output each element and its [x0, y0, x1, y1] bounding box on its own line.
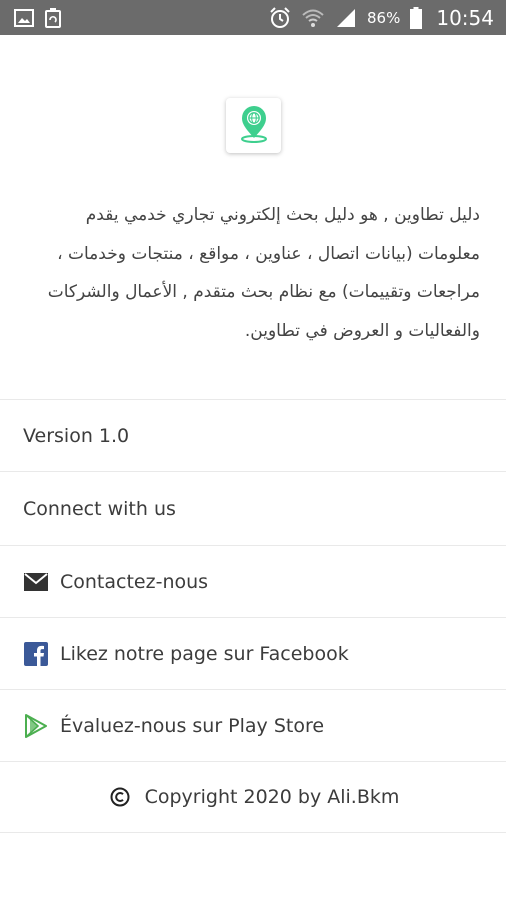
- image-icon: [14, 8, 34, 27]
- play-store-icon: [23, 713, 49, 739]
- connect-heading-row: Connect with us: [0, 471, 506, 545]
- recycle-icon: [44, 7, 62, 28]
- copyright-row: Copyright 2020 by Ali.Bkm: [0, 761, 506, 833]
- play-store-rate-label: Évaluez-nous sur Play Store: [60, 714, 325, 737]
- copyright-label: Copyright 2020 by Ali.Bkm: [144, 786, 400, 808]
- play-store-rate-button[interactable]: Évaluez-nous sur Play Store: [0, 689, 506, 761]
- connect-heading: Connect with us: [23, 497, 176, 520]
- facebook-like-button[interactable]: Likez notre page sur Facebook: [0, 617, 506, 689]
- app-description: دليل تطاوين , هو دليل بحث إلكتروني تجاري…: [47, 205, 480, 341]
- signal-icon: [335, 8, 357, 28]
- envelope-icon: [23, 569, 49, 595]
- about-list: Version 1.0 Connect with us Contactez-no…: [0, 399, 506, 833]
- wifi-icon: [301, 8, 325, 28]
- status-bar-left: [14, 7, 62, 28]
- alarm-icon: [269, 6, 291, 29]
- version-row: Version 1.0: [0, 399, 506, 471]
- status-bar: 86% 10:54: [0, 0, 506, 35]
- clock: 10:54: [436, 5, 494, 30]
- status-bar-right: 86% 10:54: [269, 6, 494, 30]
- app-logo: [226, 98, 281, 153]
- contact-us-label: Contactez-nous: [60, 570, 209, 593]
- copyright-icon: [107, 784, 133, 810]
- contact-us-button[interactable]: Contactez-nous: [0, 545, 506, 617]
- battery-percent: 86%: [367, 8, 401, 27]
- facebook-icon: [23, 641, 49, 667]
- battery-icon: [410, 6, 423, 29]
- facebook-like-label: Likez notre page sur Facebook: [60, 642, 349, 665]
- globe-location-pin-icon: [239, 105, 269, 147]
- version-label: Version 1.0: [23, 424, 130, 447]
